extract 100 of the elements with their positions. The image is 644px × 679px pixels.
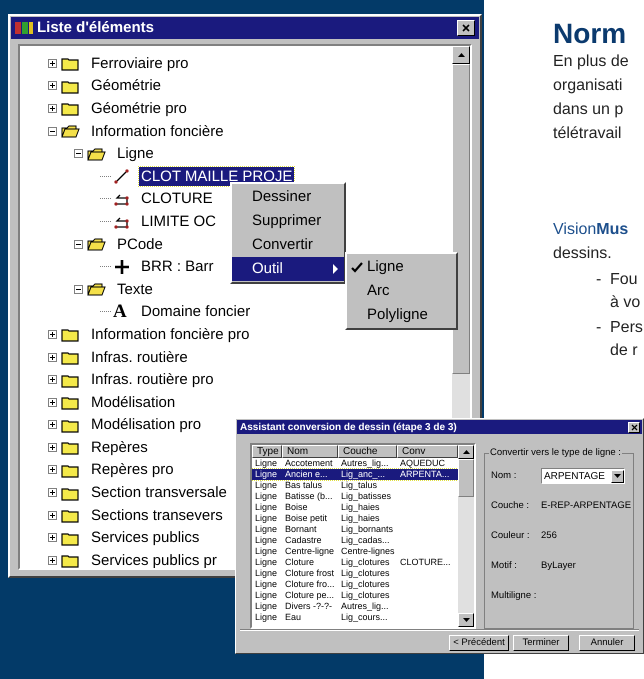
- tree-item[interactable]: Texte: [115, 280, 155, 299]
- menu-item[interactable]: Convertir: [232, 233, 344, 257]
- tree-item[interactable]: PCode: [115, 234, 165, 254]
- list-row[interactable]: Ligne Accotement Autres_lig... AQUEDUC: [252, 458, 458, 469]
- expand-icon[interactable]: [48, 352, 57, 362]
- table-cell: Boise: [285, 502, 308, 512]
- table-cell: ARPENTA...: [400, 469, 450, 479]
- expand-icon[interactable]: [48, 398, 57, 407]
- expand-icon[interactable]: [48, 58, 57, 68]
- table-cell: Ligne: [255, 513, 278, 523]
- tree-item[interactable]: Domaine foncier: [139, 302, 252, 322]
- tree-item[interactable]: Information foncière pro: [89, 324, 252, 344]
- tree-item[interactable]: Modélisation pro: [89, 415, 204, 434]
- close-icon: [461, 23, 471, 33]
- table-cell: Cloture fro...: [285, 579, 335, 589]
- tree-item[interactable]: CLOT MAILLE PROJE: [139, 166, 294, 186]
- scroll-up-button[interactable]: [452, 46, 470, 64]
- menu-item[interactable]: Ligne: [367, 256, 404, 278]
- line-icon: [113, 168, 131, 185]
- collapse-icon[interactable]: [74, 149, 83, 158]
- tree-item[interactable]: Ferroviaire pro: [89, 54, 191, 73]
- list-row[interactable]: Ligne Ancien e... Lig_anc_... ARPENTA...: [252, 469, 458, 480]
- list-row[interactable]: Ligne Cadastre Lig_cadas...: [252, 535, 458, 546]
- tree-item[interactable]: Infras. routière pro: [89, 370, 216, 390]
- column-header[interactable]: Conv: [397, 445, 458, 458]
- tree-item[interactable]: Ligne: [115, 144, 156, 164]
- expand-icon[interactable]: [48, 556, 57, 565]
- menu-item[interactable]: Dessiner: [232, 185, 344, 209]
- close-button[interactable]: [628, 422, 640, 432]
- list-row[interactable]: Ligne Boise petit Lig_haies: [252, 513, 458, 524]
- list-row[interactable]: Ligne Bornant Lig_bornants: [252, 524, 458, 535]
- tree-item[interactable]: Géométrie pro: [89, 98, 189, 118]
- menu-item[interactable]: Outil: [232, 257, 344, 281]
- scroll-up-button[interactable]: [458, 445, 474, 459]
- table-cell: Batisse (b...: [285, 491, 333, 501]
- table-cell: Lig_clotures: [341, 590, 390, 600]
- open-folder-icon: [87, 236, 107, 252]
- collapse-icon[interactable]: [74, 284, 83, 294]
- group-title: Convertir vers le type de ligne :: [489, 447, 622, 459]
- table-cell: Lig_clotures: [341, 557, 390, 567]
- tree-item[interactable]: BRR : Barr: [139, 257, 216, 276]
- collapse-icon[interactable]: [74, 240, 83, 249]
- list-row[interactable]: Ligne Cloture Lig_clotures CLOTURE...: [252, 557, 458, 568]
- expand-icon[interactable]: [48, 375, 57, 384]
- table-cell: Ligne: [255, 612, 278, 622]
- list-row[interactable]: Ligne Centre-ligne Centre-lignes: [252, 546, 458, 557]
- list-row[interactable]: Ligne Boise Lig_haies: [252, 502, 458, 513]
- dialog-button[interactable]: < Précédent: [449, 635, 509, 651]
- tree-item[interactable]: Services publics: [89, 528, 202, 548]
- table-cell: Cloture frost: [285, 568, 334, 578]
- field-label: Couleur :: [491, 528, 531, 543]
- expand-icon[interactable]: [48, 420, 57, 430]
- tree-item[interactable]: Infras. routière: [89, 348, 190, 367]
- expand-icon[interactable]: [48, 510, 57, 520]
- expand-icon[interactable]: [48, 488, 57, 498]
- table-cell: Lig_clotures: [341, 579, 390, 589]
- close-icon: [630, 424, 638, 430]
- list-row[interactable]: Ligne Cloture frost Lig_clotures: [252, 568, 458, 579]
- table-cell: Bas talus: [285, 480, 322, 490]
- tree-item[interactable]: Sections transevers: [89, 506, 225, 525]
- dialog-button[interactable]: Terminer: [513, 635, 569, 651]
- expand-icon[interactable]: [48, 81, 57, 90]
- field-value: E-REP-ARPENTAGE: [541, 498, 632, 513]
- scroll-thumb[interactable]: [458, 459, 474, 497]
- expand-icon[interactable]: [48, 104, 57, 113]
- body-text: Fou: [610, 270, 639, 290]
- tree-item[interactable]: LIMITE OC: [139, 212, 218, 231]
- list-row[interactable]: Ligne Batisse (b... Lig_batisses: [252, 491, 458, 502]
- tree-item[interactable]: Information foncière: [89, 122, 226, 141]
- menu-item[interactable]: Supprimer: [232, 209, 344, 233]
- expand-icon[interactable]: [48, 533, 57, 542]
- list-row[interactable]: Ligne Eau Lig_cours...: [252, 612, 458, 623]
- tree-item[interactable]: Modélisation: [89, 392, 178, 412]
- tree-item[interactable]: Repères pro: [89, 460, 176, 480]
- close-button[interactable]: [457, 20, 475, 36]
- table-cell: Ligne: [255, 502, 278, 512]
- tree-item[interactable]: Repères: [89, 438, 150, 457]
- column-header[interactable]: Couche: [338, 445, 397, 458]
- list-row[interactable]: Ligne Cloture pe... Lig_clotures: [252, 590, 458, 601]
- menu-item[interactable]: Arc: [367, 280, 390, 302]
- tree-item[interactable]: CLOTURE: [139, 189, 215, 208]
- expand-icon[interactable]: [48, 442, 57, 452]
- menu-item[interactable]: Polyligne: [367, 304, 428, 326]
- dialog-button[interactable]: Annuler: [579, 635, 635, 651]
- list-row[interactable]: Ligne Divers -?-?- Autres_lig...: [252, 601, 458, 612]
- tree-item[interactable]: Géométrie: [89, 76, 164, 96]
- column-header[interactable]: Nom: [282, 445, 338, 458]
- list-row[interactable]: Ligne Bas talus Lig_talus: [252, 480, 458, 491]
- expand-icon[interactable]: [48, 330, 57, 339]
- column-header[interactable]: Type: [252, 445, 282, 458]
- scroll-thumb[interactable]: [452, 64, 470, 374]
- expand-icon[interactable]: [48, 465, 57, 474]
- collapse-icon[interactable]: [48, 126, 57, 136]
- table-cell: Ligne: [255, 568, 278, 578]
- scroll-down-button[interactable]: [458, 613, 474, 627]
- tree-item[interactable]: Section transversale: [89, 483, 229, 502]
- window-title: Liste d'éléments: [37, 18, 155, 38]
- tree-item[interactable]: Services publics pr: [89, 550, 219, 568]
- dropdown[interactable]: ARPENTAGE: [541, 468, 625, 484]
- list-row[interactable]: Ligne Cloture fro... Lig_clotures: [252, 579, 458, 590]
